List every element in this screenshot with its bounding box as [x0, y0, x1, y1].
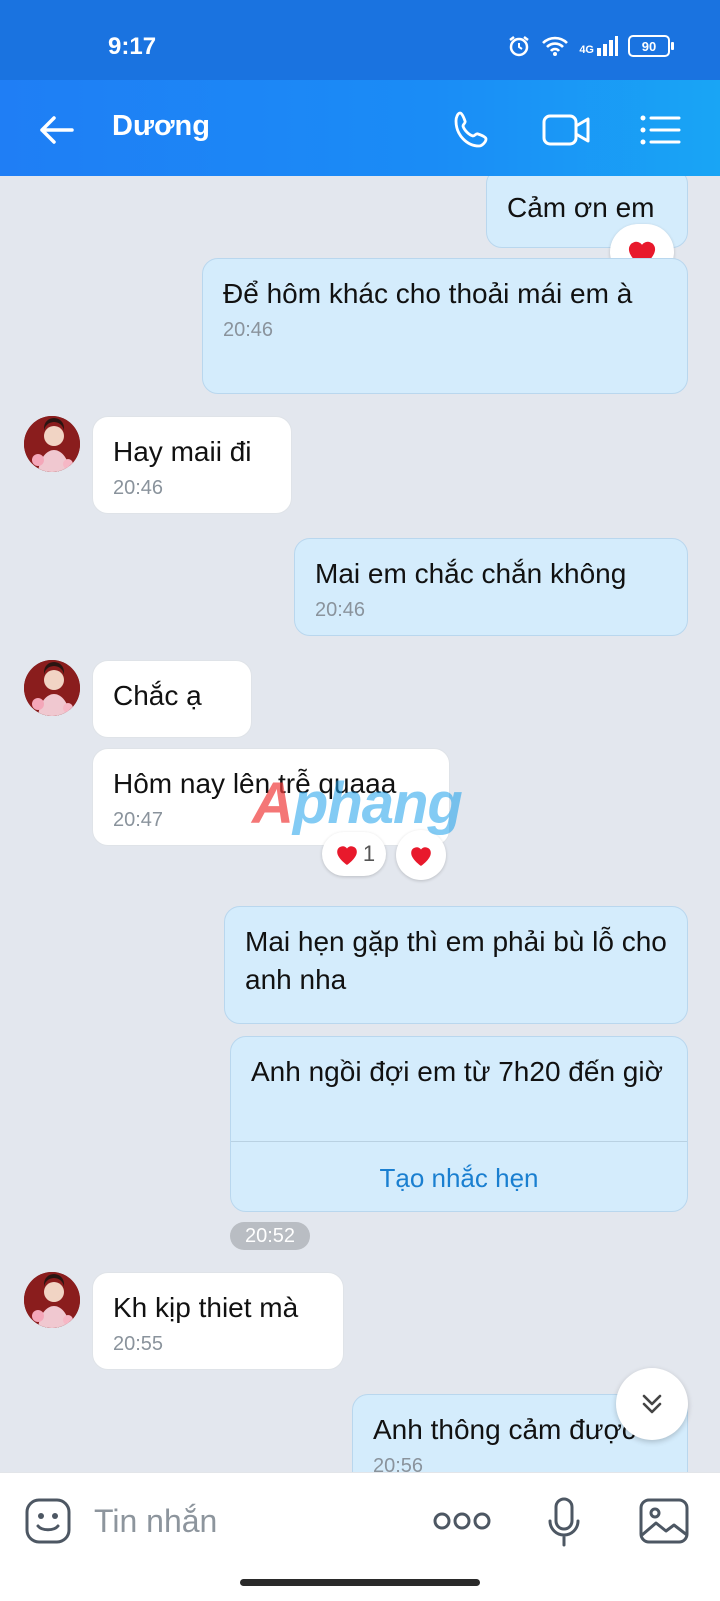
image-icon[interactable]: [638, 1497, 690, 1545]
message-text: Mai em chắc chắn không: [315, 558, 627, 589]
message-bubble-incoming[interactable]: Hay maii đi 20:46: [92, 416, 292, 514]
message-text: Cảm ơn em: [507, 192, 655, 223]
message-input[interactable]: Tin nhắn: [94, 1503, 217, 1540]
heart-icon: [337, 846, 357, 865]
message-time: 20:56: [373, 1455, 424, 1472]
watermark-part1: A: [252, 771, 294, 836]
chevron-double-down-icon: [642, 1394, 662, 1414]
message-group-time: 20:52: [230, 1222, 310, 1250]
alarm-icon: [509, 36, 530, 57]
reaction-count: 1: [362, 841, 376, 866]
message-input-bar: Tin nhắn: [0, 1472, 720, 1601]
message-text: Hay maii đi: [113, 436, 252, 467]
message-bubble-incoming[interactable]: Chắc ạ: [92, 660, 252, 738]
message-bubble-incoming[interactable]: Kh kịp thiet mà 20:55: [92, 1272, 344, 1370]
video-call-icon[interactable]: [542, 108, 592, 152]
status-time: 9:17: [108, 33, 157, 60]
avatar[interactable]: [24, 1272, 80, 1328]
message-text: Mai hẹn gặp thì em phải bù lỗ cho anh nh…: [245, 926, 667, 995]
heart-reaction-count[interactable]: 1: [322, 832, 386, 876]
home-indicator[interactable]: [240, 1579, 480, 1586]
message-text: Chắc ạ: [113, 680, 202, 711]
message-text: Kh kịp thiet mà: [113, 1292, 299, 1323]
status-bar: 9:17 4G 90: [0, 0, 720, 80]
microphone-icon[interactable]: [546, 1497, 582, 1549]
message-time: 20:46: [315, 599, 366, 621]
scroll-to-bottom-button[interactable]: [616, 1368, 688, 1440]
message-time: 20:55: [113, 1333, 164, 1355]
emoji-sticker-icon[interactable]: [24, 1497, 72, 1545]
avatar[interactable]: [24, 416, 80, 472]
contact-name[interactable]: Dương: [112, 110, 210, 143]
back-arrow-icon[interactable]: [36, 110, 76, 150]
watermark-part2: phang: [292, 771, 463, 836]
message-time: 20:46: [223, 319, 274, 341]
battery-level: 90: [641, 38, 657, 54]
watermark-logo: Aphang: [252, 770, 463, 837]
heart-reaction-button[interactable]: [396, 830, 446, 880]
phone-icon[interactable]: [450, 108, 494, 152]
create-reminder-button[interactable]: Tạo nhắc hẹn: [231, 1141, 687, 1211]
battery-icon: 90: [628, 35, 674, 57]
message-bubble-outgoing[interactable]: Để hôm khác cho thoải mái em à 20:46: [202, 258, 688, 394]
message-time: 20:46: [113, 477, 164, 499]
message-text: Anh ngồi đợi em từ 7h20 đến giờ: [251, 1056, 663, 1087]
signal-icon: 4G: [579, 36, 618, 56]
network-type: 4G: [579, 44, 594, 56]
message-text: Anh thông cảm được: [373, 1414, 636, 1445]
message-bubble-outgoing[interactable]: Mai hẹn gặp thì em phải bù lỗ cho anh nh…: [224, 906, 688, 1024]
status-icons: 4G 90: [507, 34, 674, 58]
message-text: Để hôm khác cho thoải mái em à: [223, 278, 633, 309]
message-bubble-outgoing[interactable]: Mai em chắc chắn không 20:46: [294, 538, 688, 636]
menu-icon[interactable]: [638, 108, 682, 152]
wifi-icon: [542, 36, 569, 56]
message-bubble-reminder[interactable]: Anh ngồi đợi em từ 7h20 đến giờ Tạo nhắc…: [230, 1036, 688, 1212]
more-dots-icon[interactable]: [432, 1509, 492, 1533]
heart-icon: [411, 847, 431, 866]
chat-header: Dương: [0, 80, 720, 176]
chat-area[interactable]: Cảm ơn em Để hôm khác cho thoải mái em à…: [0, 176, 720, 1472]
avatar[interactable]: [24, 660, 80, 716]
